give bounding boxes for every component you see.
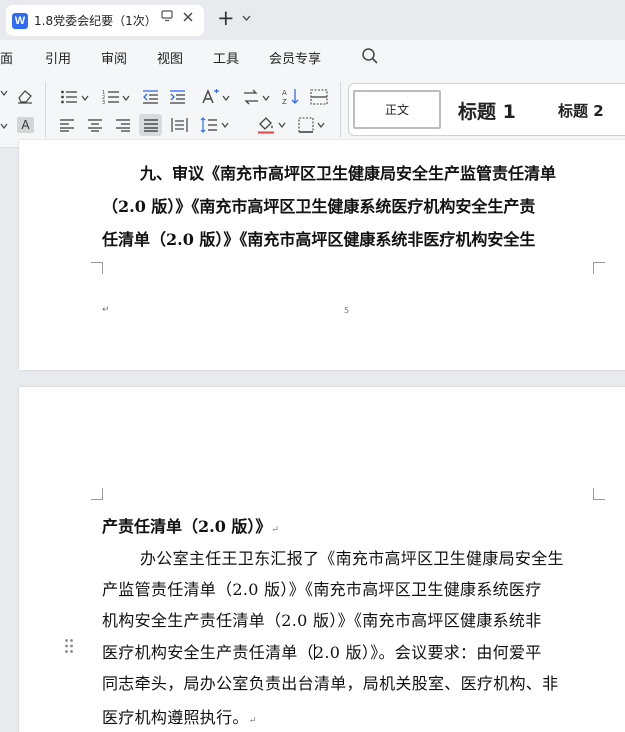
align-center-icon[interactable] — [87, 118, 103, 132]
menu-references[interactable]: 引用 — [45, 48, 71, 67]
menu-page-layout[interactable]: 面 — [0, 48, 13, 67]
margin-corner-mark — [593, 262, 605, 274]
page2-heading-tail: 产责任清单（2.0 版）》↵ — [102, 513, 279, 537]
chevron-down-icon[interactable] — [222, 95, 230, 101]
svg-text:3: 3 — [102, 100, 105, 105]
page-number: 5 — [344, 306, 350, 315]
align-right-icon[interactable] — [115, 118, 131, 132]
body-line-5: 同志牵头，局办公室负责出台清单，局机关股室、医疗机构、非 — [102, 674, 559, 693]
chevron-down-icon[interactable] — [317, 122, 325, 128]
body-line-3: 机构安全生产责任清单（2.0 版）》《南充市高坪区健康系统非 — [102, 611, 542, 630]
shading-bucket-icon[interactable] — [256, 116, 276, 134]
ribbon-separator — [340, 82, 341, 138]
margin-corner-mark — [91, 262, 103, 274]
page1-line-2: （2.0 版）》《南充市高坪区卫生健康系统医疗机构安全生产责 — [102, 197, 536, 216]
style-normal[interactable]: 正文 — [353, 90, 441, 129]
chevron-down-icon[interactable] — [81, 95, 89, 101]
chevron-down-icon[interactable] — [221, 122, 229, 128]
page1-line-1: 九、审议《南充市高坪区卫生健康局安全生产监管责任清单 — [140, 164, 557, 183]
body-line-1: 办公室主任王卫东汇报了《南充市高坪区卫生健康局安全生 — [140, 549, 564, 568]
decrease-indent-icon[interactable] — [142, 89, 159, 105]
margin-corner-mark — [91, 488, 103, 500]
new-tab-button[interactable]: + — [217, 8, 235, 29]
menu-tools[interactable]: 工具 — [213, 48, 239, 67]
menu-membership[interactable]: 会员专享 — [269, 48, 321, 67]
wps-writer-window: W 1.8党委会纪要（1次） + 面 引用 审阅 视图 工具 会员专享 A 1 … — [0, 0, 625, 732]
wps-writer-logo: W — [12, 12, 28, 29]
border-icon[interactable] — [298, 117, 314, 133]
monitor-icon[interactable] — [161, 10, 174, 22]
chevron-down-icon[interactable] — [242, 15, 251, 21]
body-line-6-text: 医疗机构遵照执行。 — [102, 708, 249, 727]
sort-icon[interactable]: AZ — [282, 87, 300, 105]
style-heading-2[interactable]: 标题 2 — [558, 100, 604, 121]
justify-button-active[interactable] — [139, 114, 162, 136]
svg-text:Z: Z — [282, 98, 287, 105]
text-effects-icon[interactable] — [199, 88, 221, 105]
body-line-2: 产监管责任清单（2.0 版）》《南充市高坪区卫生健康系统医疗 — [102, 580, 542, 599]
chevron-down-icon[interactable] — [278, 122, 286, 128]
chevron-down-icon[interactable] — [122, 95, 130, 101]
menu-review[interactable]: 审阅 — [101, 48, 127, 67]
style-heading-1[interactable]: 标题 1 — [458, 97, 516, 124]
document-tab-title: 1.8党委会纪要（1次） — [34, 14, 157, 28]
eraser-icon[interactable] — [16, 88, 34, 104]
font-color-a-button[interactable]: A — [17, 117, 34, 133]
chevron-down-icon[interactable] — [0, 90, 8, 96]
body-line-4-end: 2.0 版）》。会议要求：由何爱平 — [313, 643, 542, 662]
line-spacing-icon[interactable] — [200, 117, 218, 133]
paragraph-mark: ↵ — [102, 305, 110, 315]
page1-line-3: 任清单（2.0 版）》《南充市高坪区健康系统非医疗机构安全生 — [102, 230, 536, 249]
paragraph-drag-handle-icon[interactable] — [64, 638, 74, 654]
bullet-list-icon[interactable] — [60, 89, 78, 105]
chevron-down-icon[interactable] — [262, 95, 270, 101]
align-justify-icon — [144, 119, 158, 132]
body-line-4: 医疗机构安全生产责任清单（2.0 版）》。会议要求：由何爱平 — [102, 639, 542, 663]
ribbon-separator — [45, 82, 46, 138]
margin-corner-mark — [593, 488, 605, 500]
numbered-list-icon[interactable]: 123 — [102, 89, 120, 105]
paragraph-mark: ↵ — [248, 716, 257, 726]
document-tab[interactable]: W 1.8党委会纪要（1次） — [6, 5, 204, 36]
close-icon[interactable] — [182, 11, 194, 23]
increase-indent-icon[interactable] — [169, 89, 186, 105]
body-line-4-start: 医疗机构安全生产责任清单（ — [102, 643, 314, 662]
menu-view[interactable]: 视图 — [157, 48, 183, 67]
tab-bar: W 1.8党委会纪要（1次） + — [0, 0, 625, 40]
columns-icon[interactable] — [310, 89, 328, 105]
heading-tail-text: 产责任清单（2.0 版）》 — [102, 517, 272, 536]
distributed-align-icon[interactable] — [171, 117, 188, 133]
search-icon[interactable] — [361, 47, 379, 65]
body-line-6: 医疗机构遵照执行。↵ — [102, 704, 257, 728]
svg-text:A: A — [282, 89, 287, 97]
align-left-icon[interactable] — [59, 118, 75, 132]
paragraph-mark: ↵ — [271, 525, 279, 535]
chevron-down-icon[interactable] — [0, 123, 8, 129]
text-direction-icon[interactable] — [242, 89, 260, 105]
